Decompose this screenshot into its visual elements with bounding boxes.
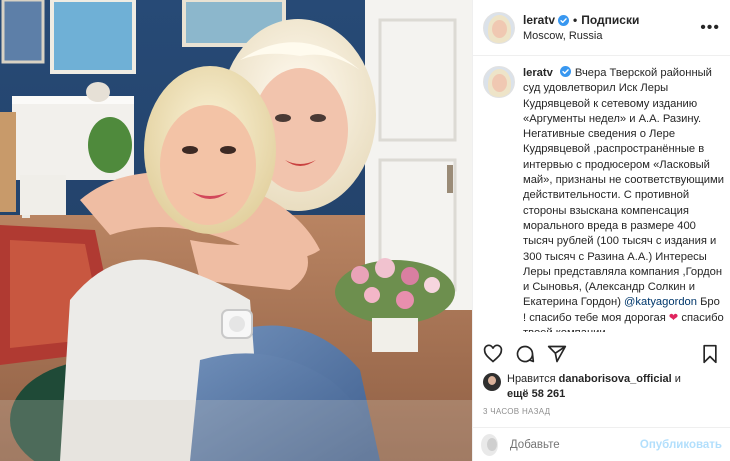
caption-username[interactable]: leratv xyxy=(523,67,553,79)
bookmark-icon[interactable] xyxy=(700,344,720,364)
heart-emoji: ❤ xyxy=(668,311,679,324)
post-caption: leratv Вчера Тверской районный суд удовле… xyxy=(483,66,724,332)
post-side-panel: leratv • Подписки Moscow, Russia ••• ler… xyxy=(472,0,730,461)
heart-icon[interactable] xyxy=(483,344,503,364)
likes-summary: Нравится danaborisova_official и ещё 58 … xyxy=(483,372,681,402)
emoji-icon[interactable] xyxy=(481,433,498,456)
share-icon[interactable] xyxy=(547,344,567,364)
caption-body: Вчера Тверской районный суд удовлетворил… xyxy=(523,67,724,309)
publish-button[interactable]: Опубликовать xyxy=(640,439,722,451)
post-photo-illustration xyxy=(0,0,472,461)
post-header: leratv • Подписки Moscow, Russia ••• xyxy=(473,0,730,56)
comment-icon[interactable] xyxy=(515,344,535,364)
post-actions xyxy=(473,344,730,372)
author-avatar[interactable] xyxy=(483,11,515,44)
instagram-post: leratv • Подписки Moscow, Russia ••• ler… xyxy=(0,0,730,461)
separator-dot: • xyxy=(573,13,578,27)
liker-username[interactable]: danaborisova_official xyxy=(559,373,672,385)
liker-avatar[interactable] xyxy=(483,373,501,391)
post-timestamp[interactable]: 3 ЧАСОВ НАЗАД xyxy=(483,407,550,416)
post-location[interactable]: Moscow, Russia xyxy=(523,30,639,42)
likes-count[interactable]: ещё 58 261 xyxy=(507,388,565,400)
verified-badge-icon xyxy=(558,14,570,26)
comment-input[interactable] xyxy=(509,438,640,451)
caption-mention[interactable]: @katyagordon xyxy=(624,296,697,308)
verified-badge-icon xyxy=(559,66,571,77)
likes-prefix: Нравится xyxy=(507,373,556,385)
post-photo[interactable] xyxy=(0,0,472,461)
more-options-icon[interactable]: ••• xyxy=(700,19,720,37)
following-button[interactable]: Подписки xyxy=(581,13,639,27)
caption-text: leratv Вчера Тверской районный суд удовле… xyxy=(523,66,724,332)
author-username[interactable]: leratv xyxy=(523,13,555,27)
comment-bar: Опубликовать xyxy=(473,427,730,461)
caption-author-avatar[interactable] xyxy=(483,66,515,98)
likes-and: и xyxy=(674,373,681,385)
